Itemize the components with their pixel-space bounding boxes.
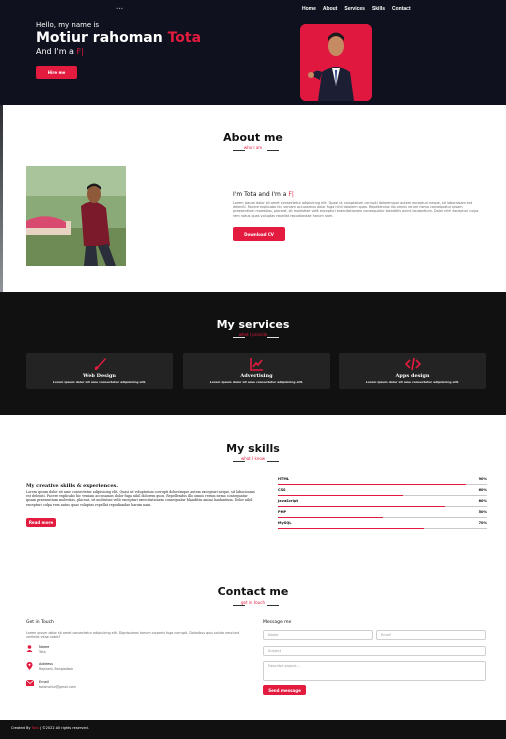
footer-text: Created By Tota | ©2022 All rights reser… bbox=[11, 726, 89, 730]
send-message-button[interactable]: Send message bbox=[263, 685, 306, 695]
about-title: About me bbox=[223, 131, 283, 144]
nav-item-about[interactable]: About bbox=[323, 6, 337, 12]
footer: Created By Tota | ©2022 All rights reser… bbox=[0, 720, 506, 739]
contact-info-label-name: Name bbox=[39, 645, 50, 649]
skill-percent: 80% bbox=[478, 499, 487, 503]
skills-subtitle: what I know bbox=[240, 456, 266, 461]
hire-me-button[interactable]: Hire me bbox=[36, 66, 77, 79]
skill-track bbox=[278, 495, 487, 496]
nav-item-home[interactable]: Home bbox=[302, 6, 316, 12]
nav-item-services[interactable]: Services bbox=[344, 6, 365, 12]
skill-track bbox=[278, 517, 487, 518]
nav-item-contact[interactable]: Contact bbox=[392, 6, 411, 12]
about-subtitle: who I am bbox=[243, 145, 263, 150]
skill-percent: 70% bbox=[478, 521, 487, 525]
service-card-text: Lorem ipsum dolor sit ame consectetur ad… bbox=[365, 380, 460, 384]
skill-name: MySQL bbox=[278, 521, 292, 525]
about-heading-typed: F| bbox=[288, 191, 294, 198]
subject-field[interactable]: Subject bbox=[263, 646, 486, 656]
footer-author-link[interactable]: Tota bbox=[32, 726, 39, 730]
service-card-title: Web Design bbox=[83, 373, 116, 379]
hero-role-prefix: And I'm a bbox=[36, 47, 74, 56]
map-marker-icon bbox=[26, 662, 33, 672]
services-title: My services bbox=[216, 318, 290, 331]
contact-subtitle-line-left bbox=[233, 605, 245, 606]
chart-line-icon bbox=[183, 357, 330, 374]
contact-info-label-email: Email bbox=[39, 680, 49, 684]
user-icon bbox=[26, 645, 33, 654]
contact-left-text: Lorem ipsum dolor sit amet consectetur a… bbox=[26, 631, 240, 640]
hero-portrait bbox=[300, 24, 372, 101]
service-card-apps-design[interactable]: Apps design Lorem ipsum dolor sit ame co… bbox=[339, 353, 486, 389]
service-card-title: Advertising bbox=[240, 373, 273, 379]
email-field[interactable]: Email bbox=[376, 630, 486, 640]
name-field[interactable]: Name bbox=[263, 630, 373, 640]
service-card-advertising[interactable]: Advertising Lorem ipsum dolor sit ame co… bbox=[183, 353, 330, 389]
skill-name: HTML bbox=[278, 477, 290, 481]
service-card-title: Apps design bbox=[395, 373, 430, 379]
about-photo bbox=[26, 166, 126, 266]
nav-item-skills[interactable]: Skills bbox=[372, 6, 385, 12]
skill-fill bbox=[278, 517, 383, 518]
contact-left-title: Get in Touch bbox=[26, 620, 54, 625]
skill-track bbox=[278, 484, 487, 485]
services-subtitle-line-left bbox=[233, 337, 245, 338]
hero-name-accent: Tota bbox=[167, 30, 202, 46]
contact-title: Contact me bbox=[217, 585, 289, 598]
services-subtitle: what I provide bbox=[238, 332, 268, 337]
skill-name: PHP bbox=[278, 510, 287, 514]
skill-percent: 50% bbox=[478, 510, 487, 514]
about-subtitle-line-left bbox=[233, 150, 245, 151]
about-heading-prefix: I'm Tota and I'm a bbox=[233, 191, 287, 198]
skill-fill bbox=[278, 495, 404, 496]
skill-track bbox=[278, 528, 487, 529]
skill-name: CSS bbox=[278, 488, 286, 492]
skill-name: JavaScript bbox=[278, 499, 299, 503]
contact-info-value-name: Tota bbox=[39, 650, 46, 654]
code-icon bbox=[339, 357, 486, 374]
skills-text: Lorem ipsum dolor sit ame consectetur ad… bbox=[26, 490, 255, 507]
hero-name: Motiur rahoman Tota bbox=[36, 30, 201, 46]
skill-fill bbox=[278, 528, 425, 529]
hero-role: And I'm a F| bbox=[36, 47, 84, 56]
nav-logo[interactable]: ••• bbox=[116, 6, 123, 11]
message-textarea[interactable]: Describe project... bbox=[263, 661, 486, 681]
about-subtitle-line-right bbox=[267, 150, 279, 151]
service-card-web-design[interactable]: Web Design Lorem ipsum dolor sit ame con… bbox=[26, 353, 173, 389]
skills-subtitle-line-right bbox=[267, 461, 279, 462]
skills-title: My skills bbox=[226, 442, 280, 455]
read-more-button[interactable]: Read more bbox=[26, 518, 56, 527]
navbar: Home About Services Skills Contact bbox=[302, 6, 411, 12]
envelope-icon bbox=[25, 679, 35, 688]
skill-percent: 60% bbox=[478, 488, 487, 492]
skill-fill bbox=[278, 484, 467, 485]
skill-track bbox=[278, 506, 487, 507]
contact-subtitle-line-right bbox=[267, 605, 279, 606]
footer-suffix: | ©2022 All rights reserved. bbox=[39, 726, 89, 730]
hero-section: ••• Home About Services Skills Contact H… bbox=[0, 0, 506, 105]
download-cv-button[interactable]: Download CV bbox=[233, 227, 285, 241]
skills-heading: My creative skills & experiences. bbox=[26, 483, 119, 489]
service-card-text: Lorem ipsum dolor sit ame consectetur ad… bbox=[209, 380, 304, 384]
service-card-text: Lorem ipsum dolor sit ame consectetur ad… bbox=[52, 380, 147, 384]
skills-subtitle-line-left bbox=[233, 461, 245, 462]
skill-bar-mysql: MySQL 70% bbox=[278, 521, 487, 533]
about-heading: I'm Tota and I'm a F| bbox=[233, 191, 294, 198]
contact-subtitle: get in touch bbox=[240, 600, 266, 605]
hero-greeting: Hello, my name is bbox=[36, 21, 100, 29]
hero-role-typed: F| bbox=[76, 47, 84, 56]
footer-prefix: Created By bbox=[11, 726, 31, 730]
about-text: Lorem ipsum dolor sit amet consectetur a… bbox=[233, 201, 479, 218]
skill-fill bbox=[278, 506, 446, 507]
services-subtitle-line-right bbox=[267, 337, 279, 338]
contact-right-title: Message me bbox=[263, 620, 292, 625]
hero-name-first: Motiur rahoman bbox=[36, 30, 163, 46]
contact-info-value-email: totamotiur@gmail.com bbox=[39, 685, 76, 689]
contact-info-value-address: Rajshahi, Bangladesh bbox=[39, 667, 74, 671]
skill-percent: 90% bbox=[478, 477, 487, 481]
contact-info-label-address: Address bbox=[39, 662, 53, 666]
paint-brush-icon bbox=[26, 357, 173, 374]
